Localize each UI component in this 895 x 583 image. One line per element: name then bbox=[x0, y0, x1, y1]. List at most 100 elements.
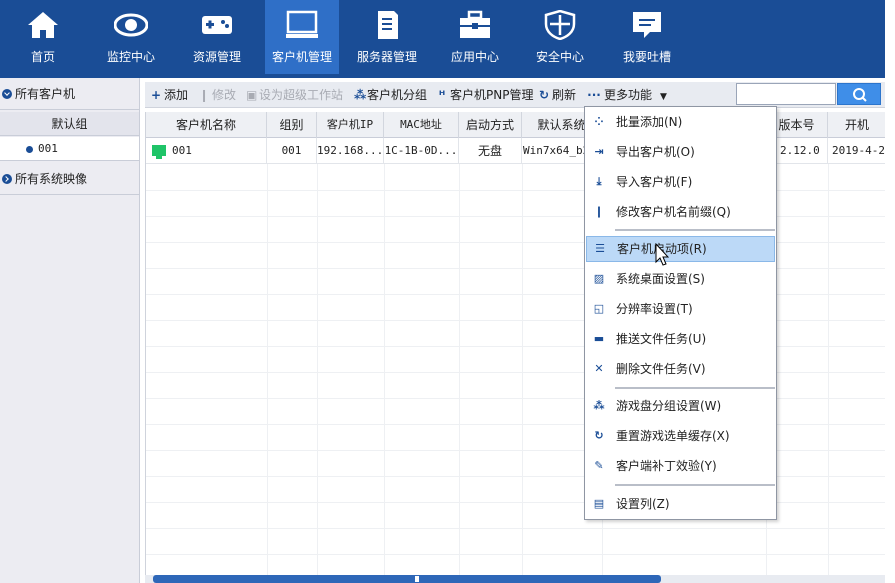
client-tree-sidebar: 所有客户机 默认组 001 所有系统映像 bbox=[0, 78, 140, 583]
menu-item-boot-items[interactable]: ☰ 客户机启动项(R) bbox=[586, 236, 775, 262]
menu-item-game-disk-group[interactable]: ⁂ 游戏盘分组设置(W) bbox=[586, 393, 775, 419]
menu-label: 删除文件任务(V) bbox=[616, 362, 706, 376]
server-icon bbox=[378, 11, 398, 39]
nav-server-management[interactable]: 服务器管理 bbox=[350, 0, 424, 74]
menu-label: 推送文件任务(U) bbox=[616, 332, 707, 346]
list-icon: ☰ bbox=[595, 242, 605, 255]
set-super-workstation-button[interactable]: ▣ 设为超级工作站 bbox=[246, 82, 343, 108]
menu-item-resolution-settings[interactable]: ◱ 分辨率设置(T) bbox=[586, 296, 775, 322]
tree-all-images[interactable]: 所有系统映像 bbox=[0, 163, 139, 195]
add-button[interactable]: + 添加 bbox=[151, 82, 188, 108]
more-functions-button[interactable]: ··· 更多功能 ▼ bbox=[587, 82, 667, 108]
col-boot-mode[interactable]: 启动方式 bbox=[459, 112, 522, 138]
online-monitor-icon bbox=[152, 145, 166, 159]
tree-default-group[interactable]: 默认组 bbox=[0, 112, 139, 136]
nav-home[interactable]: 首页 bbox=[6, 0, 80, 74]
menu-label: 导出客户机(O) bbox=[616, 145, 695, 159]
menu-label: 设置列(Z) bbox=[616, 497, 670, 511]
nav-label: 首页 bbox=[30, 50, 55, 64]
menu-item-set-columns[interactable]: ▤ 设置列(Z) bbox=[586, 491, 775, 517]
cell-client-name: 001 bbox=[146, 138, 267, 164]
horizontal-scrollbar[interactable] bbox=[145, 575, 885, 583]
nav-label: 安全中心 bbox=[535, 50, 584, 64]
grid-line bbox=[146, 554, 885, 555]
nav-resource-management[interactable]: 资源管理 bbox=[180, 0, 254, 74]
import-icon: ⤓ bbox=[596, 175, 602, 188]
nav-feedback[interactable]: 我要吐槽 bbox=[610, 0, 684, 74]
eye-icon bbox=[114, 13, 148, 37]
menu-item-patch-verify[interactable]: ✎ 客户端补丁效验(Y) bbox=[586, 453, 775, 479]
menu-item-desktop-settings[interactable]: ▨ 系统桌面设置(S) bbox=[586, 266, 775, 292]
pnp-icon: ᴴ bbox=[438, 88, 446, 102]
tree-label: 001 bbox=[38, 142, 58, 155]
batch-add-icon: ⁘ bbox=[594, 115, 604, 128]
search-icon bbox=[853, 88, 867, 102]
menu-item-edit-prefix[interactable]: ❙ 修改客户机名前缀(Q) bbox=[586, 199, 775, 225]
tree-label: 默认组 bbox=[51, 117, 88, 131]
group-icon: ⁂ bbox=[593, 399, 605, 412]
menu-item-reset-game-cache[interactable]: ↻ 重置游戏选单缓存(X) bbox=[586, 423, 775, 449]
scrollbar-thumb[interactable] bbox=[153, 575, 661, 583]
wrench-icon: ✎ bbox=[594, 459, 604, 472]
search-button[interactable] bbox=[837, 83, 881, 105]
menu-label: 游戏盘分组设置(W) bbox=[616, 399, 722, 413]
caret-down-icon: ▼ bbox=[660, 92, 667, 102]
refresh-button[interactable]: ↻ 刷新 bbox=[539, 82, 576, 108]
nav-app-center[interactable]: 应用中心 bbox=[438, 0, 512, 74]
nav-label: 客户机管理 bbox=[271, 50, 332, 64]
client-group-button[interactable]: ⁂客户机分组 bbox=[354, 82, 427, 108]
nav-client-management[interactable]: 客户机管理 bbox=[265, 0, 339, 74]
col-mac-address[interactable]: MAC地址 bbox=[384, 112, 459, 138]
menu-separator bbox=[615, 387, 775, 389]
chat-icon bbox=[633, 12, 661, 38]
columns-icon: ▤ bbox=[593, 497, 605, 510]
mouse-pointer-icon bbox=[655, 243, 669, 266]
menu-label: 分辨率设置(T) bbox=[616, 302, 693, 316]
menu-item-batch-add[interactable]: ⁘ 批量添加(N) bbox=[586, 109, 775, 135]
nav-security-center[interactable]: 安全中心 bbox=[523, 0, 597, 74]
col-group[interactable]: 组别 bbox=[267, 112, 317, 138]
menu-label: 导入客户机(F) bbox=[616, 175, 693, 189]
pencil-icon: ❙ bbox=[594, 205, 604, 218]
grid-line bbox=[384, 164, 385, 578]
col-client-ip[interactable]: 客户机IP bbox=[317, 112, 384, 138]
cell-group: 001 bbox=[267, 138, 317, 164]
edit-label: 修改 bbox=[212, 88, 237, 102]
refresh-label: 刷新 bbox=[552, 88, 577, 102]
export-icon: ⇥ bbox=[594, 145, 604, 158]
tree-label: 所有客户机 bbox=[15, 87, 76, 101]
monitor-icon bbox=[286, 10, 318, 38]
search-input[interactable] bbox=[736, 83, 836, 105]
nav-label: 服务器管理 bbox=[356, 50, 417, 64]
more-label: 更多功能 bbox=[604, 88, 653, 102]
grid-line bbox=[522, 164, 523, 578]
edit-button[interactable]: ❙ 修改 bbox=[199, 82, 236, 108]
nav-label: 我要吐槽 bbox=[622, 50, 671, 64]
cell-boot-time: 2019-4-2 bbox=[828, 138, 885, 164]
nav-monitor-center[interactable]: 监控中心 bbox=[94, 0, 168, 74]
reset-icon: ↻ bbox=[594, 429, 604, 442]
nav-label: 监控中心 bbox=[106, 50, 155, 64]
chevron-right-icon bbox=[2, 174, 12, 184]
nav-label: 应用中心 bbox=[450, 50, 499, 64]
col-boot-time[interactable]: 开机 bbox=[828, 112, 885, 138]
menu-item-export-clients[interactable]: ⇥ 导出客户机(O) bbox=[586, 139, 775, 165]
tree-client-001[interactable]: 001 bbox=[0, 137, 139, 161]
tree-all-clients[interactable]: 所有客户机 bbox=[0, 78, 139, 110]
menu-label: 系统桌面设置(S) bbox=[616, 272, 705, 286]
toolbox-icon bbox=[460, 10, 490, 38]
cell-ip: 192.168... bbox=[317, 138, 384, 164]
menu-item-push-file-task[interactable]: ▬ 推送文件任务(U) bbox=[586, 326, 775, 352]
menu-item-import-clients[interactable]: ⤓ 导入客户机(F) bbox=[586, 169, 775, 195]
home-icon bbox=[28, 12, 58, 38]
chevron-down-icon bbox=[2, 89, 12, 99]
resolution-icon: ◱ bbox=[593, 302, 605, 315]
set-super-label: 设为超级工作站 bbox=[259, 88, 344, 102]
col-client-name[interactable]: 客户机名称 bbox=[146, 112, 267, 138]
dots-icon: ··· bbox=[587, 88, 601, 102]
pnp-management-button[interactable]: ᴴ 客户机PNP管理 bbox=[437, 82, 534, 108]
group-icon: ⁂ bbox=[354, 88, 367, 102]
menu-item-delete-file-task[interactable]: ✕ 删除文件任务(V) bbox=[586, 356, 775, 382]
grid-line bbox=[317, 164, 318, 578]
add-label: 添加 bbox=[164, 88, 189, 102]
